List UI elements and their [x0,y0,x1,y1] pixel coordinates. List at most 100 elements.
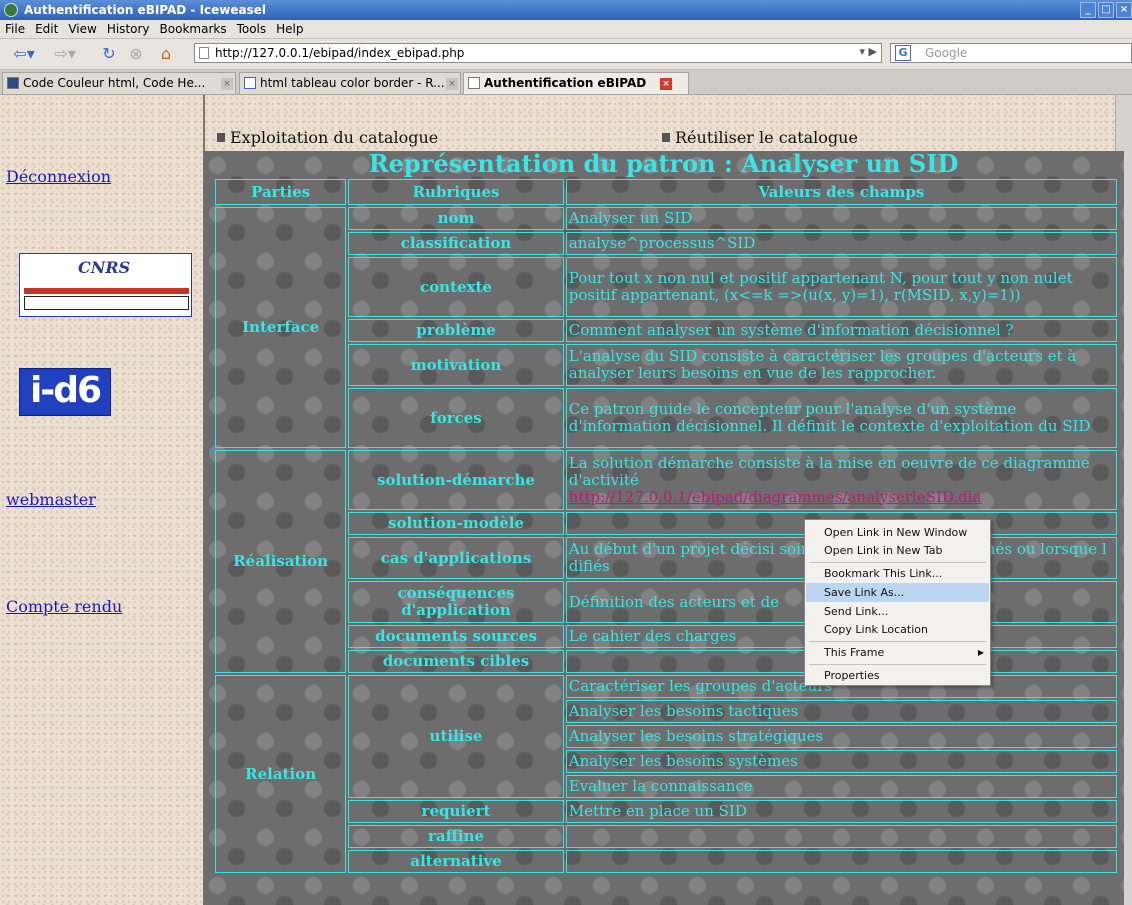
maximize-icon[interactable]: □ [1098,2,1114,18]
tab-bar: Code Couleur html, Code He... × html tab… [0,70,1132,95]
ctx-open-new-tab[interactable]: Open Link in New Tab [806,541,989,560]
bullet-icon [662,133,670,142]
page-icon [199,47,209,59]
tab-favicon [244,77,256,89]
search-input[interactable]: G Google [890,43,1132,63]
table-row: forces Ce patron guide le concepteur pou… [215,388,1117,448]
tab-label: Code Couleur html, Code He... [23,76,206,90]
reutiliser-label: Réutiliser le catalogue [675,128,858,147]
ctx-copy-link-location[interactable]: Copy Link Location [806,620,989,639]
ctx-bookmark-link[interactable]: Bookmark This Link... [806,564,989,583]
url-bar[interactable]: http://127.0.0.1/ebipad/index_ebipad.php… [194,43,882,63]
tab-label: html tableau color border - R... [260,76,445,90]
value-raffine [565,825,1117,848]
tab-code-couleur[interactable]: Code Couleur html, Code He... × [2,72,236,94]
value-utilise-item: Evaluer la connaissance [565,775,1117,798]
window-titlebar: Authentification eBIPAD - Iceweasel _ □ … [0,0,1132,20]
submenu-arrow-icon: ▶ [977,648,984,657]
deconnexion-link[interactable]: Déconnexion [6,167,111,186]
tab-authentification[interactable]: Authentification eBIPAD × [463,72,689,94]
top-frame: Exploitation du catalogue Réutiliser le … [207,95,1117,149]
rubrique-classification: classification [348,232,564,255]
ctx-separator [809,664,986,665]
url-text: http://127.0.0.1/ebipad/index_ebipad.php [215,46,465,60]
value-classification: analyse^processus^SID [565,232,1117,255]
close-icon[interactable]: × [1116,2,1132,18]
menu-bookmarks[interactable]: Bookmarks [155,20,232,36]
reutiliser-link[interactable]: Réutiliser le catalogue [662,128,858,147]
value-requiert: Mettre en place un SID [565,800,1117,823]
value-motivation: L'analyse du SID consiste à caractériser… [565,344,1117,386]
menu-view[interactable]: View [63,20,101,36]
table-row: requiert Mettre en place un SID [215,800,1117,823]
tab-favicon [7,77,19,89]
rubrique-solution-demarche: solution-démarche [348,450,564,510]
navigation-toolbar: ⇦▾ ⇨▾ ↻ ⊗ ⌂ http://127.0.0.1/ebipad/inde… [0,39,1132,70]
solution-diagram-link[interactable]: http://127.0.0.1/ebipad/diagrammes/analy… [569,488,982,506]
rubrique-requiert: requiert [348,800,564,823]
iceweasel-icon [4,3,18,17]
part-relation: Relation [215,675,347,873]
table-row: classification analyse^processus^SID [215,232,1117,255]
rubrique-contexte: contexte [348,257,564,317]
table-header-row: Parties Rubriques Valeurs des champs [215,179,1117,205]
tab-close-icon[interactable]: × [660,78,672,90]
header-parties: Parties [215,179,347,205]
reload-icon[interactable]: ↻ [98,44,120,64]
rubrique-forces: forces [348,388,564,448]
value-nom: Analyser un SID [565,207,1117,230]
table-row: contexte Pour tout x non nul et positif … [215,257,1117,317]
part-interface: Interface [215,207,347,448]
tab-close-icon[interactable]: × [446,78,458,90]
rubrique-utilise: utilise [348,675,564,798]
webmaster-link[interactable]: webmaster [6,490,96,509]
page-content: Déconnexion CNRS i-d6 webmaster Compte r… [0,95,1124,905]
value-alternative [565,850,1117,873]
google-icon[interactable]: G [895,45,911,61]
stop-icon[interactable]: ⊗ [126,44,146,64]
id6-logo[interactable]: i-d6 [19,368,111,416]
table-row: motivation L'analyse du SID consiste à c… [215,344,1117,386]
rubrique-motivation: motivation [348,344,564,386]
rubrique-probleme: problème [348,319,564,342]
tab-favicon [468,77,480,89]
ctx-this-frame[interactable]: This Frame [806,643,989,662]
table-row: alternative [215,850,1117,873]
ctx-open-new-window[interactable]: Open Link in New Window [806,523,989,542]
tab-html-tableau[interactable]: html tableau color border - R... × [239,72,461,94]
cnrs-logo-text: CNRS [78,258,131,277]
menu-history[interactable]: History [102,20,155,36]
tab-close-icon[interactable]: × [221,78,233,90]
solution-demarche-text: La solution démarche consiste à la mise … [568,453,1090,489]
value-probleme: Comment analyser un système d'informatio… [565,319,1117,342]
value-utilise-item: Analyser les besoins systèmes [565,750,1117,773]
value-utilise-item: Analyser les besoins tactiques [565,700,1117,723]
rubrique-consequences: conséquences d'application [348,581,564,623]
menu-file[interactable]: File [0,20,30,36]
table-row: raffine [215,825,1117,848]
exploitation-label: Exploitation du catalogue [230,128,439,147]
header-rubriques: Rubriques [348,179,564,205]
ctx-properties[interactable]: Properties [806,666,989,685]
ctx-save-link-as[interactable]: Save Link As... [806,583,989,602]
search-placeholder: Google [925,46,968,60]
compte-rendu-link[interactable]: Compte rendu [6,597,122,616]
menu-tools[interactable]: Tools [232,20,272,36]
table-row: problème Comment analyser un système d'i… [215,319,1117,342]
tab-label: Authentification eBIPAD [484,76,647,90]
forward-arrow-icon[interactable]: ⇨▾ [50,44,80,64]
minimize-icon[interactable]: _ [1080,2,1096,18]
page-title: Représentation du patron : Analyser un S… [368,151,959,178]
bullet-icon [217,133,225,142]
back-arrow-icon[interactable]: ⇦▾ [6,44,42,64]
menu-edit[interactable]: Edit [30,20,63,36]
ctx-separator [809,641,986,642]
exploitation-link[interactable]: Exploitation du catalogue [217,128,438,147]
menu-help[interactable]: Help [271,20,308,36]
url-go-icon[interactable]: ▾ ▶ [860,45,877,58]
value-solution-demarche: La solution démarche consiste à la mise … [565,450,1117,510]
ctx-send-link[interactable]: Send Link... [806,602,989,621]
part-realisation: Réalisation [215,450,347,673]
irit-cnrs-logo[interactable]: CNRS [19,253,192,317]
home-icon[interactable]: ⌂ [154,44,178,64]
